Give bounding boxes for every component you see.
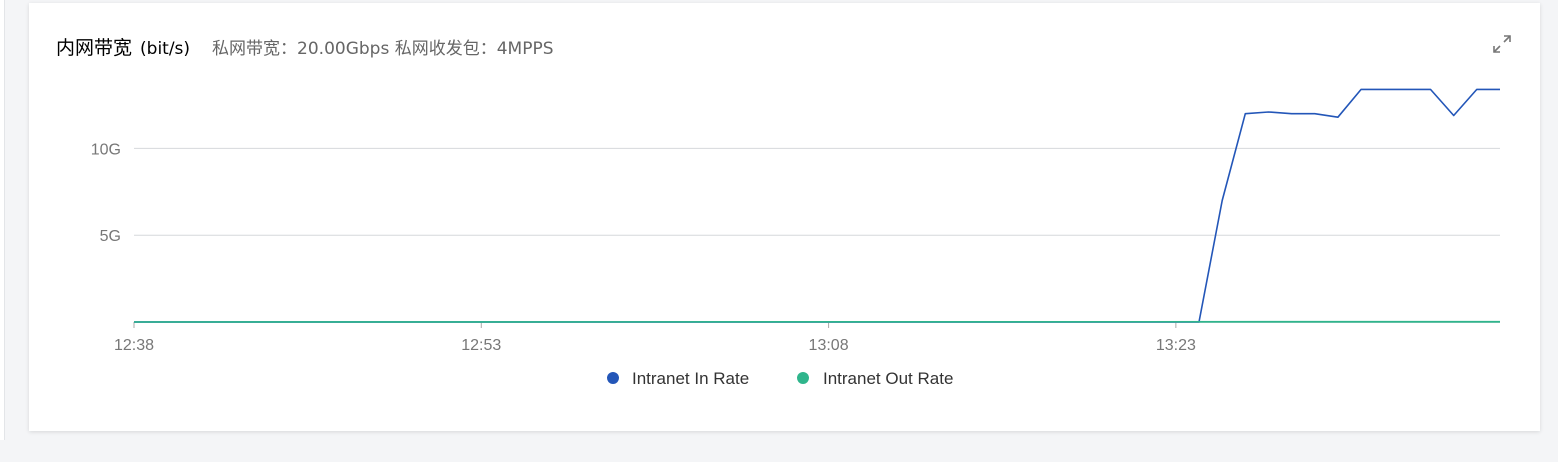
legend-label: Intranet Out Rate xyxy=(823,369,953,388)
bandwidth-line-chart: 5G 10G 12:38 12:53 13:08 13:23 Intranet In Rat… xyxy=(91,88,1500,388)
legend-marker xyxy=(797,372,809,384)
series-line-intranet-in-rate xyxy=(134,88,1500,323)
legend-marker xyxy=(607,372,619,384)
y-tick-label: 10G xyxy=(91,141,121,158)
x-tick-label: 13:23 xyxy=(1156,337,1196,354)
x-tick-label: 13:08 xyxy=(809,337,849,354)
legend-label: Intranet In Rate xyxy=(632,369,749,388)
x-tick-label: 12:53 xyxy=(461,337,501,354)
y-tick-label: 5G xyxy=(100,228,121,245)
x-tick-label: 12:38 xyxy=(114,337,154,354)
